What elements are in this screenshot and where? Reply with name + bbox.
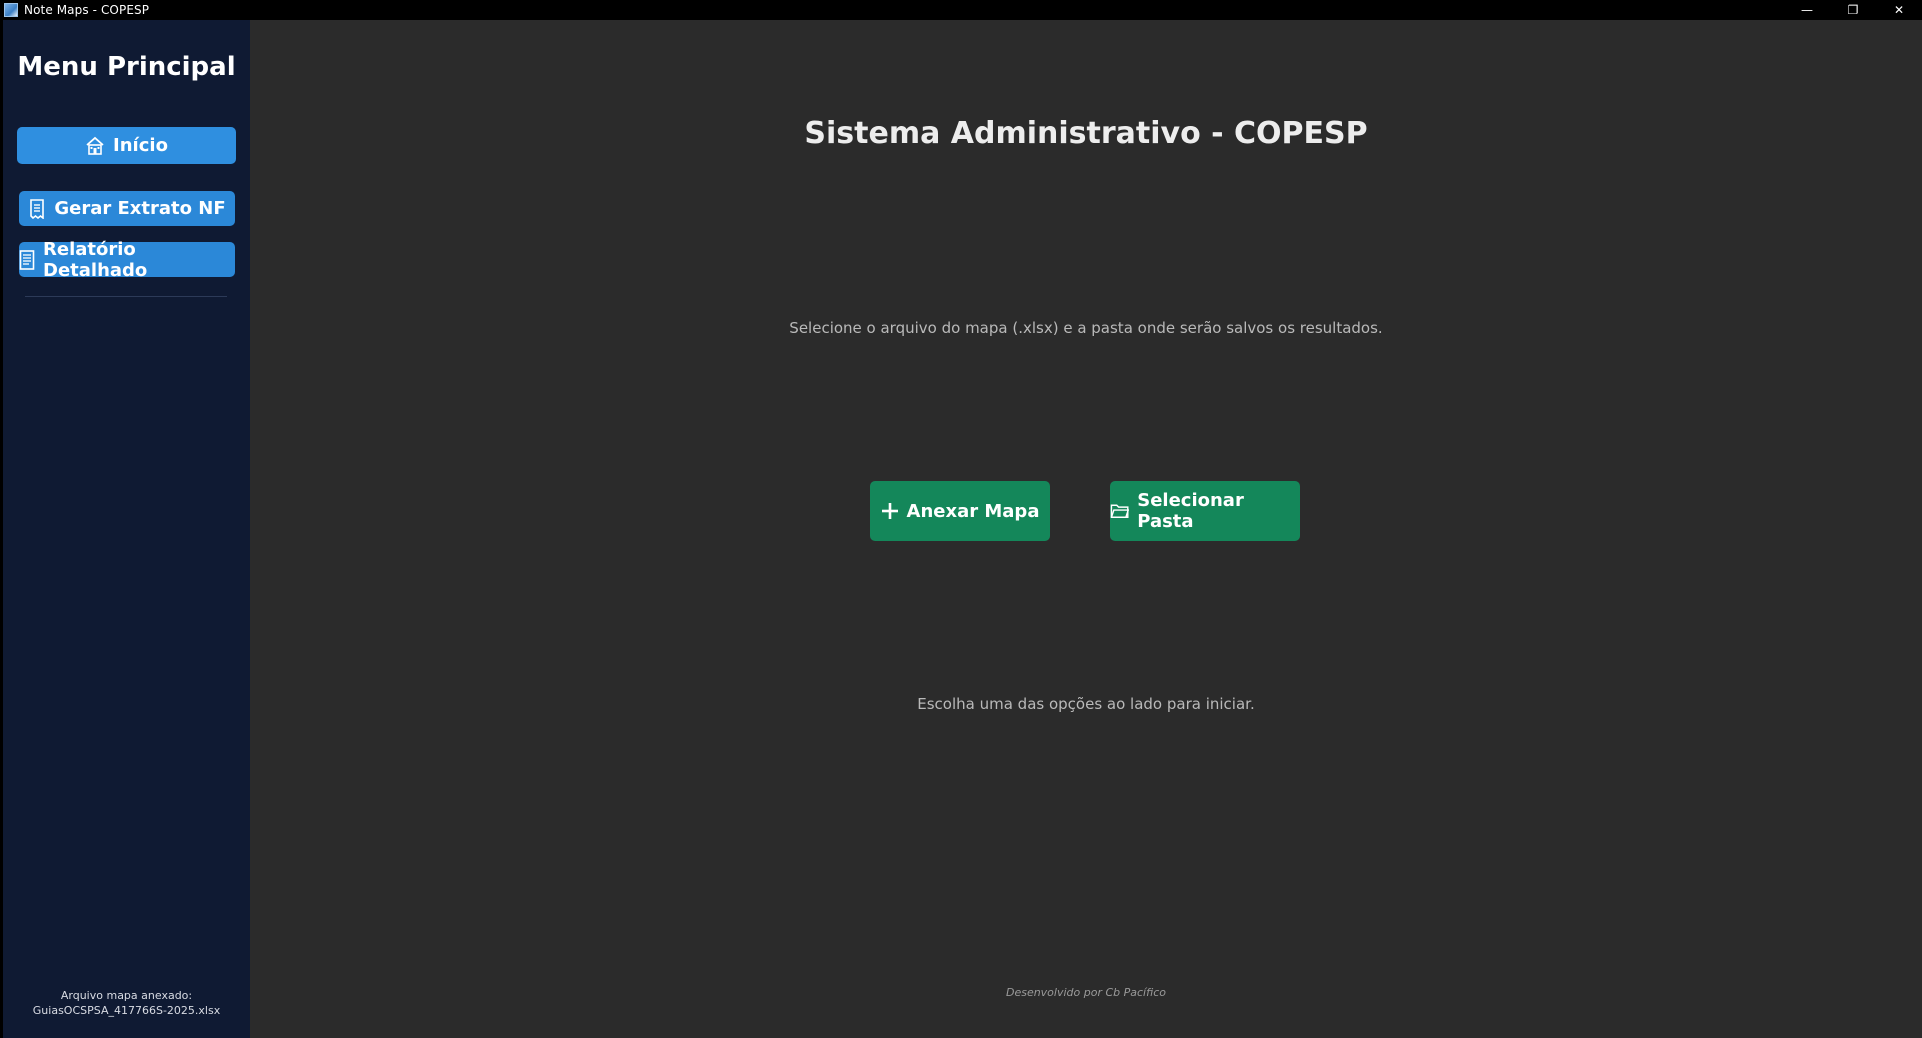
- page-title: Sistema Administrativo - COPESP: [804, 116, 1368, 151]
- selecionar-pasta-button[interactable]: Selecionar Pasta: [1110, 481, 1300, 541]
- sidebar-item-gerar-extrato[interactable]: Gerar Extrato NF: [19, 191, 235, 226]
- anexar-mapa-label: Anexar Mapa: [906, 500, 1040, 522]
- sidebar: Menu Principal Início Gerar Extrato NF R…: [3, 20, 250, 1038]
- plus-icon: [881, 503, 898, 519]
- sidebar-title: Menu Principal: [17, 52, 236, 82]
- app-icon: [4, 3, 18, 17]
- instruction-text: Selecione o arquivo do mapa (.xlsx) e a …: [789, 319, 1383, 337]
- sidebar-item-label: Relatório Detalhado: [43, 238, 148, 281]
- sidebar-item-inicio[interactable]: Início: [17, 127, 236, 164]
- title-bar: Note Maps - COPESP — ❐ ✕: [0, 0, 1922, 20]
- close-button[interactable]: ✕: [1876, 0, 1922, 20]
- window-controls: — ❐ ✕: [1784, 0, 1922, 20]
- attached-file-info: Arquivo mapa anexado: GuiasOCSPSA_417766…: [3, 988, 250, 1018]
- receipt-icon: [30, 198, 45, 219]
- sidebar-item-label: Início: [113, 135, 168, 156]
- window-title: Note Maps - COPESP: [24, 3, 150, 17]
- selecionar-pasta-label: Selecionar Pasta: [1137, 490, 1244, 532]
- attached-file-label: Arquivo mapa anexado:: [60, 989, 193, 1002]
- anexar-mapa-button[interactable]: Anexar Mapa: [870, 481, 1050, 541]
- hint-text: Escolha uma das opções ao lado para inic…: [917, 695, 1255, 713]
- sidebar-item-label: Gerar Extrato NF: [54, 198, 226, 219]
- attached-file-name: GuiasOCSPSA_417766S-2025.xlsx: [32, 1004, 221, 1017]
- app-frame: Menu Principal Início Gerar Extrato NF R…: [3, 20, 1922, 1038]
- folder-icon: [1110, 504, 1130, 518]
- restore-button[interactable]: ❐: [1830, 0, 1876, 20]
- sidebar-divider: [25, 296, 227, 297]
- document-icon: [19, 249, 35, 270]
- sidebar-item-relatorio[interactable]: Relatório Detalhado: [19, 239, 235, 281]
- main-content: Sistema Administrativo - COPESP Selecion…: [250, 20, 1922, 1038]
- home-icon: [86, 136, 104, 155]
- minimize-button[interactable]: —: [1784, 0, 1830, 20]
- footer-credit: Desenvolvido por Cb Pacífico: [1005, 986, 1167, 999]
